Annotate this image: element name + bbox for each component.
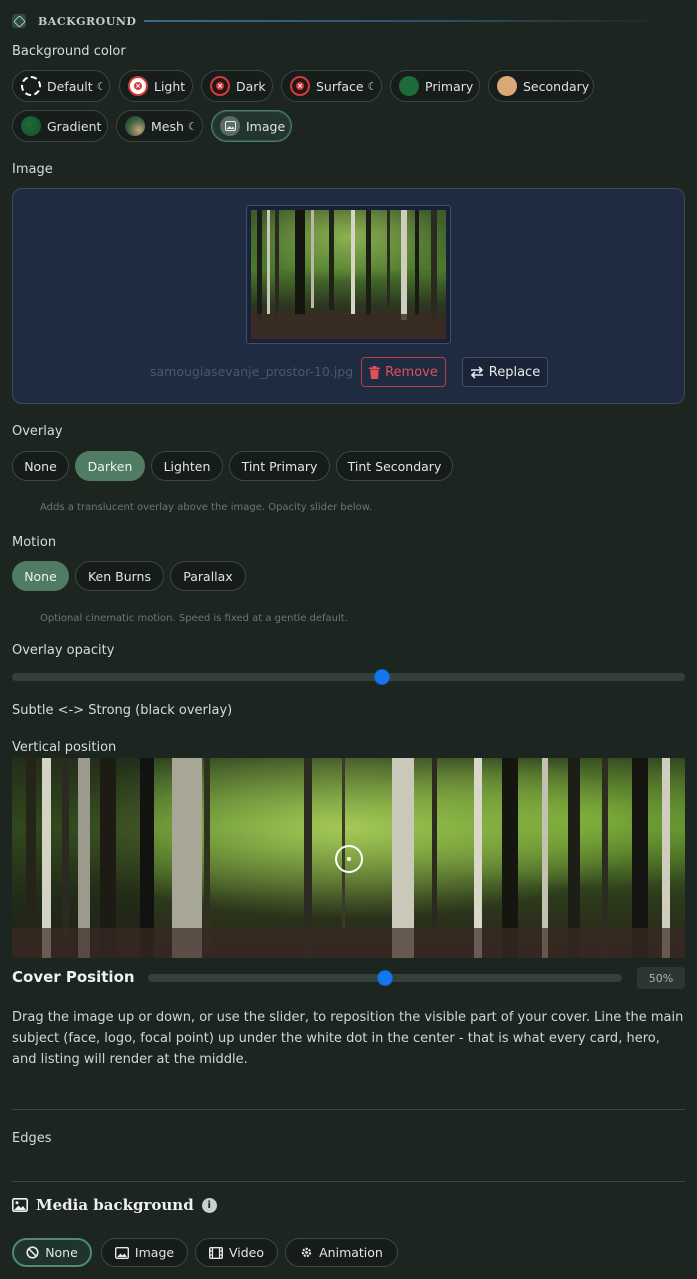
bg-option-label: Mesh [151,118,184,134]
swatch-secondary [497,76,517,96]
media-background-heading: Media background i [12,1196,217,1214]
remove-image-button[interactable]: Remove [361,357,446,387]
replace-label: Replace [488,364,541,380]
media-option-video[interactable]: Video [195,1238,278,1267]
media-option-label: Animation [319,1245,383,1260]
motion-option-parallax[interactable]: Parallax [170,561,246,591]
bg-option-label: Image [246,118,286,134]
bg-option-label: Gradient [47,118,102,134]
bg-option-default[interactable]: Default ☾ [12,70,110,102]
bg-option-label: Light [154,78,186,94]
overlay-hint: Adds a translucent overlay above the ima… [40,502,373,513]
media-option-none[interactable]: None [12,1238,92,1267]
image-filename: samougiasevanje_prostor-10.jpg [150,364,354,379]
section-title: BACKGROUND [38,14,137,28]
overlay-opacity-track[interactable] [12,673,685,681]
overlay-option-tint-secondary[interactable]: Tint Secondary [336,451,453,481]
bg-option-primary[interactable]: Primary [390,70,480,102]
background-color-label: Background color [12,44,126,59]
overlay-opacity-caption: Subtle <-> Strong (black overlay) [12,703,233,718]
overlay-opacity-label: Overlay opacity [12,643,115,658]
cover-position-value: 50% [637,967,685,989]
bg-option-label: Secondary [523,78,590,94]
bg-option-label: Dark [236,78,266,94]
overlay-option-darken[interactable]: Darken [75,451,145,481]
image-thumbnail [246,205,451,344]
vertical-position-label: Vertical position [12,740,117,755]
replace-image-button[interactable]: Replace [462,357,548,387]
overlay-label: Overlay [12,424,63,439]
overlay-opacity-handle[interactable] [374,669,391,685]
moon-icon: ☾ [367,79,378,93]
media-option-image[interactable]: Image [101,1238,188,1267]
bg-option-mesh[interactable]: Mesh ☾ [116,110,203,142]
trash-icon [369,365,381,379]
swatch-surface: × [290,76,310,96]
motion-option-none[interactable]: None [12,561,69,591]
edges-label: Edges [12,1131,52,1146]
swap-icon [470,365,484,379]
media-background-title: Media background [36,1196,194,1214]
image-icon [12,1198,28,1212]
media-option-label: Image [134,1245,175,1260]
moon-icon: ☾ [96,79,107,93]
media-option-label: None [45,1245,78,1260]
film-icon [208,1246,223,1259]
swatch-dark: × [210,76,230,96]
swatch-default [21,76,41,96]
focal-point-dot [347,857,351,861]
section-header: BACKGROUND [12,10,672,32]
overlay-option-none[interactable]: None [12,451,69,481]
swatch-gradient [21,116,41,136]
cover-position-description: Drag the image up or down, or use the sl… [12,1010,684,1067]
remove-label: Remove [385,364,438,380]
ban-icon [26,1246,39,1259]
motion-label: Motion [12,535,57,550]
media-option-animation[interactable]: Animation [285,1238,398,1267]
cover-position-handle[interactable] [377,970,393,986]
divider [12,1109,685,1110]
section-divider [144,20,672,22]
moon-icon: ☾ [187,119,198,133]
swatch-primary [399,76,419,96]
swatch-mesh [125,116,145,136]
bg-option-surface[interactable]: × Surface ☾ [281,70,382,102]
bg-option-gradient[interactable]: Gradient [12,110,108,142]
divider [12,1181,685,1182]
bg-option-light[interactable]: × Light [119,70,193,102]
overlay-option-lighten[interactable]: Lighten [151,451,223,481]
motion-hint: Optional cinematic motion. Speed is fixe… [40,613,348,624]
bg-option-label: Default [47,78,93,94]
swatch-light: × [128,76,148,96]
cover-position-label: Cover Position [12,968,135,986]
paint-bucket-icon [12,14,26,28]
info-icon[interactable]: i [201,1197,217,1213]
bg-option-secondary[interactable]: Secondary [488,70,594,102]
bg-option-label: Primary [425,78,474,94]
bg-option-label: Surface [316,78,364,94]
image-icon [114,1246,129,1259]
motion-option-ken-burns[interactable]: Ken Burns [75,561,164,591]
bg-option-dark[interactable]: × Dark [201,70,273,102]
media-option-label: Video [228,1245,265,1260]
gear-icon [300,1246,313,1259]
image-icon [220,116,240,136]
overlay-option-tint-primary[interactable]: Tint Primary [229,451,330,481]
image-label: Image [12,162,53,177]
bg-option-image[interactable]: Image [211,110,292,142]
